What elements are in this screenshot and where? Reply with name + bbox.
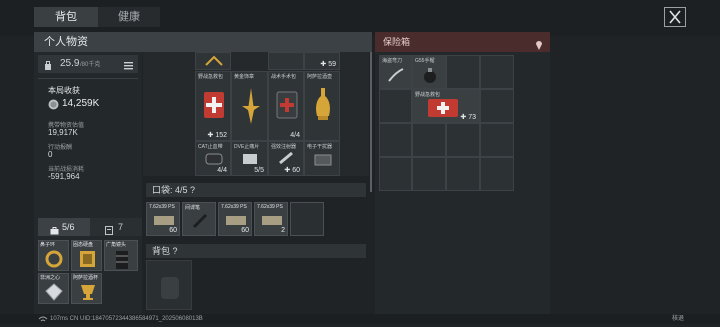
stat-value: 19,917K <box>48 128 78 137</box>
cutlass-icon <box>388 68 404 82</box>
ring-icon <box>45 250 63 268</box>
close-icon <box>669 10 681 24</box>
connection-info: 107ms CN UID:18470572344386584971_202506… <box>50 316 203 322</box>
pocket-slot-empty[interactable] <box>290 202 324 236</box>
briefcase-icon <box>50 223 59 241</box>
session-title: 本局收获 <box>48 86 80 95</box>
footer-right[interactable]: 核退 <box>672 314 684 324</box>
stack-count: 4/4 <box>290 132 300 139</box>
safe-slot-empty[interactable] <box>412 157 446 191</box>
tab-other[interactable]: 7 <box>90 218 142 236</box>
tourniquet-icon <box>205 153 223 165</box>
item-slot-lens[interactable]: 广角镜头 <box>104 240 138 271</box>
tab-backpack[interactable]: 背包 <box>34 7 98 27</box>
pocket-slot[interactable]: 7.62x39 PS 60 <box>146 202 180 236</box>
safe-slot-empty[interactable] <box>480 55 514 89</box>
gem-icon <box>45 283 63 301</box>
safe-slot-empty[interactable] <box>379 157 412 191</box>
item-slot-gold-medal[interactable]: 黄金饰章 <box>231 71 268 141</box>
partial-slot[interactable] <box>195 52 231 70</box>
partial-slot[interactable]: ✚ 59 <box>304 52 340 70</box>
ssd-icon <box>80 251 95 267</box>
item-slot-injector[interactable]: 强效注射器 ✚ 60 <box>268 141 304 176</box>
lens-icon <box>116 251 128 269</box>
item-slot-asara-flask[interactable]: 阿萨拉酒壶 <box>304 71 340 141</box>
status-footer: 107ms CN UID:18470572344386584971_202506… <box>0 314 720 324</box>
session-value: 14,259K <box>62 98 100 109</box>
medkit-icon <box>204 92 224 118</box>
safe-header: 保险箱 <box>375 32 550 52</box>
safe-slot-cutlass[interactable]: 海盗弯刀 <box>379 55 412 89</box>
weight-max: /80千克 <box>80 62 101 68</box>
safe-slot-empty[interactable] <box>379 89 412 123</box>
item-slot-ssd[interactable]: 固态硬盘 <box>71 240 102 271</box>
safe-slot-grenade[interactable]: G55手榴 <box>412 55 446 89</box>
surgical-kit-icon <box>276 91 298 119</box>
safe-slot-empty[interactable] <box>480 123 514 157</box>
ammo-box-icon <box>226 216 246 225</box>
medkit-icon <box>428 99 458 117</box>
pen-icon <box>192 213 208 229</box>
item-slot-surgical-kit[interactable]: 战术手术包 4/4 <box>268 71 304 141</box>
grenade-icon <box>424 68 436 83</box>
stack-count: 5/5 <box>254 167 264 174</box>
stat-value: 0 <box>48 150 53 159</box>
safe-slot-empty[interactable] <box>446 157 480 191</box>
other-count: 7 <box>118 222 124 232</box>
item-slot-first-aid-kit[interactable]: 野战急救包 ✚ 152 <box>195 71 231 141</box>
weight-icon <box>44 59 52 77</box>
stack-count: ✚ 60 <box>284 167 300 174</box>
ammo-box-icon <box>154 216 174 225</box>
pill-icon <box>243 154 257 164</box>
tab-health[interactable]: 健康 <box>98 7 160 27</box>
safe-slot-empty[interactable] <box>412 123 446 157</box>
item-slot-heart-of-africa[interactable]: 非洲之心 <box>38 273 69 304</box>
safe-slot-empty[interactable] <box>446 123 480 157</box>
weight-value: 25.9 <box>60 58 80 69</box>
backpack-header: 背包 ? <box>146 244 366 258</box>
partial-slot[interactable] <box>268 52 304 70</box>
weight-box: 25.9 /80千克 <box>38 55 138 73</box>
pin-icon[interactable] <box>535 37 543 57</box>
pocket-slot[interactable]: 7.62x39 PS 60 <box>218 202 252 236</box>
tab-items[interactable]: 5/6 <box>38 218 90 236</box>
close-button[interactable] <box>664 7 686 27</box>
safe-slot-empty[interactable] <box>379 123 412 157</box>
container-icon <box>105 223 113 241</box>
backpack-icon <box>161 277 179 299</box>
stack-count: ✚ 152 <box>207 132 228 139</box>
cup-icon <box>81 285 95 300</box>
stack-count: 4/4 <box>217 167 227 174</box>
pocket-slot[interactable]: 间谍笔 <box>182 202 216 236</box>
items-count: 5/6 <box>62 222 75 232</box>
medal-icon <box>242 88 260 124</box>
stack-count: ✚ 59 <box>320 61 336 68</box>
stat-value: -591,964 <box>48 172 80 181</box>
pocket-slot[interactable]: 7.62x39 PS 2 <box>254 202 288 236</box>
divider <box>38 78 138 79</box>
safe-slot-empty[interactable] <box>480 89 514 123</box>
ammo-box-icon <box>262 216 282 225</box>
scrollbar[interactable] <box>370 52 372 192</box>
item-slot-nose-ring[interactable]: 鼻子环 <box>38 240 69 271</box>
flask-icon <box>316 88 330 120</box>
item-slot-jammer[interactable]: 电子干扰器 <box>304 141 340 176</box>
safe-slot-empty[interactable] <box>446 55 480 89</box>
wifi-icon <box>38 316 48 327</box>
coin-icon <box>48 97 59 115</box>
pocket-header: 口袋: 4/5 ? <box>146 183 366 197</box>
item-slot-dve-painkiller[interactable]: DVE止痛片 5/5 <box>231 141 268 176</box>
item-slot-cat-tourniquet[interactable]: CAT止血带 4/4 <box>195 141 231 176</box>
personal-header: 个人物资 <box>34 32 372 52</box>
item-slot-asara-cup[interactable]: 阿萨拉酒杯 <box>71 273 102 304</box>
backpack-slot[interactable] <box>146 260 192 310</box>
stack-count: ✚ 73 <box>460 114 476 121</box>
list-icon[interactable] <box>124 59 133 77</box>
syringe-icon <box>279 151 293 165</box>
safe-slot-empty[interactable] <box>480 157 514 191</box>
trinket-icon <box>205 55 223 66</box>
safe-slot-first-aid-kit[interactable]: 野战急救包 ✚ 73 <box>412 89 480 123</box>
jammer-icon <box>314 154 332 166</box>
